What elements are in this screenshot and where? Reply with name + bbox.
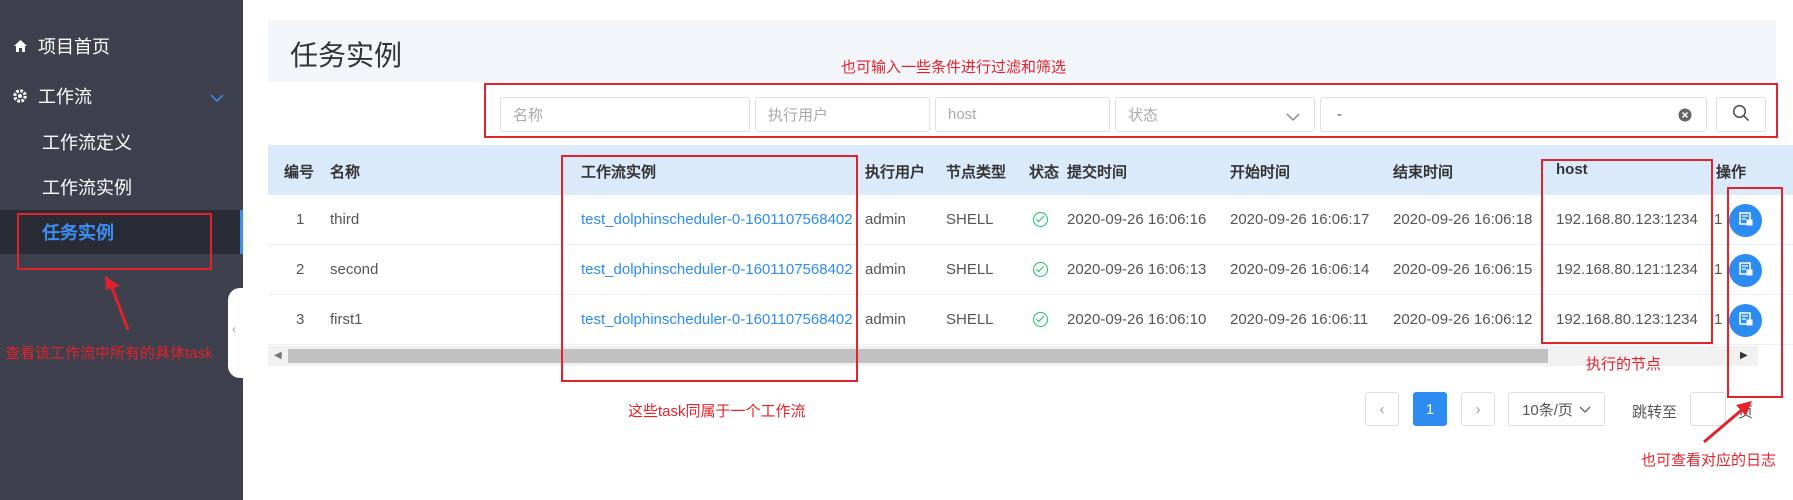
- prev-page-button[interactable]: ‹: [1365, 392, 1399, 426]
- start-time: 2020-09-26 16:06:11: [1230, 311, 1369, 328]
- horizontal-scrollbar[interactable]: ◀ ▶: [268, 346, 1758, 366]
- annotation-box-sidebar: [17, 213, 212, 270]
- annotation-box-workflow: [561, 155, 858, 382]
- task-name: second: [330, 261, 379, 278]
- submit-time: 2020-09-26 16:06:16: [1067, 211, 1207, 228]
- sidebar-item-project-home[interactable]: 项目首页: [0, 23, 243, 69]
- column-header: 编号: [284, 164, 315, 181]
- annotation-filter-note: 也可输入一些条件进行过滤和筛选: [841, 59, 1067, 76]
- annotation-host-note: 执行的节点: [1586, 356, 1662, 373]
- sidebar-item-label: 工作流定义: [42, 133, 132, 153]
- executor-user: admin: [865, 311, 906, 328]
- sidebar-item-workflow-definition[interactable]: 工作流定义: [0, 120, 243, 164]
- annotation-box-actions: [1727, 187, 1783, 398]
- executor-user: admin: [865, 211, 906, 228]
- truncated-cell: 1: [1714, 211, 1723, 228]
- end-time: 2020-09-26 16:06:18: [1393, 211, 1533, 228]
- annotation-box-filters: [484, 83, 1778, 138]
- chevron-down-icon: [1579, 401, 1591, 418]
- end-time: 2020-09-26 16:06:12: [1393, 311, 1533, 328]
- task-name: third: [330, 211, 360, 228]
- chevron-right-icon: ›: [1475, 400, 1481, 418]
- column-header: 操作: [1716, 164, 1747, 181]
- annotation-sidebar-note: 查看该工作流中所有的具体task: [5, 345, 213, 362]
- next-page-button[interactable]: ›: [1461, 392, 1495, 426]
- jump-label: 跳转至: [1632, 404, 1678, 421]
- annotation-arrow: [1703, 401, 1752, 444]
- executor-user: admin: [865, 261, 906, 278]
- chevron-left-icon: ‹: [232, 322, 236, 336]
- success-status-icon: [1033, 312, 1048, 327]
- annotation-workflow-note: 这些task同属于一个工作流: [628, 403, 806, 420]
- page-size-select[interactable]: 10条/页: [1508, 392, 1605, 426]
- page-size-value: 10条/页: [1522, 401, 1573, 419]
- column-header: 名称: [330, 164, 361, 181]
- success-status-icon: [1033, 212, 1048, 227]
- start-time: 2020-09-26 16:06:17: [1230, 211, 1370, 228]
- annotation-arrow: [105, 276, 130, 331]
- chevron-down-icon: [209, 87, 225, 108]
- submit-time: 2020-09-26 16:06:10: [1067, 311, 1207, 328]
- column-header: 开始时间: [1230, 164, 1291, 181]
- gear-icon: [10, 88, 30, 104]
- node-type: SHELL: [946, 311, 994, 328]
- chevron-left-icon: ‹: [1379, 400, 1385, 418]
- column-header: 节点类型: [946, 164, 1007, 181]
- node-type: SHELL: [946, 211, 994, 228]
- column-header: 结束时间: [1393, 164, 1454, 181]
- page-number-button[interactable]: 1: [1413, 392, 1447, 426]
- task-name: first1: [330, 311, 363, 328]
- column-header: 状态: [1029, 164, 1060, 181]
- sidebar-item-label: 项目首页: [38, 37, 110, 57]
- start-time: 2020-09-26 16:06:14: [1230, 261, 1370, 278]
- row-number: 3: [296, 311, 305, 328]
- annotation-box-host: [1541, 159, 1713, 344]
- sidebar-collapse-toggle[interactable]: ‹: [228, 288, 248, 378]
- submit-time: 2020-09-26 16:06:13: [1067, 261, 1207, 278]
- annotation-log-note: 也可查看对应的日志: [1641, 452, 1777, 469]
- truncated-cell: 1: [1714, 311, 1723, 328]
- row-number: 2: [296, 261, 305, 278]
- column-header: 提交时间: [1067, 164, 1128, 181]
- sidebar-item-label: 工作流: [38, 87, 92, 107]
- scrollbar-thumb[interactable]: [288, 349, 1548, 363]
- success-status-icon: [1033, 262, 1048, 277]
- sidebar-item-workflow[interactable]: 工作流: [0, 73, 243, 119]
- end-time: 2020-09-26 16:06:15: [1393, 261, 1533, 278]
- page-number: 1: [1425, 400, 1435, 418]
- home-icon: [10, 39, 30, 53]
- truncated-cell: 1: [1714, 261, 1723, 278]
- row-number: 1: [296, 211, 305, 228]
- sidebar-item-workflow-instance[interactable]: 工作流实例: [0, 165, 243, 209]
- column-header: 执行用户: [865, 164, 926, 181]
- node-type: SHELL: [946, 261, 994, 278]
- scroll-left-icon[interactable]: ◀: [274, 350, 282, 361]
- page-title: 任务实例: [290, 40, 403, 71]
- sidebar-item-label: 工作流实例: [42, 178, 132, 198]
